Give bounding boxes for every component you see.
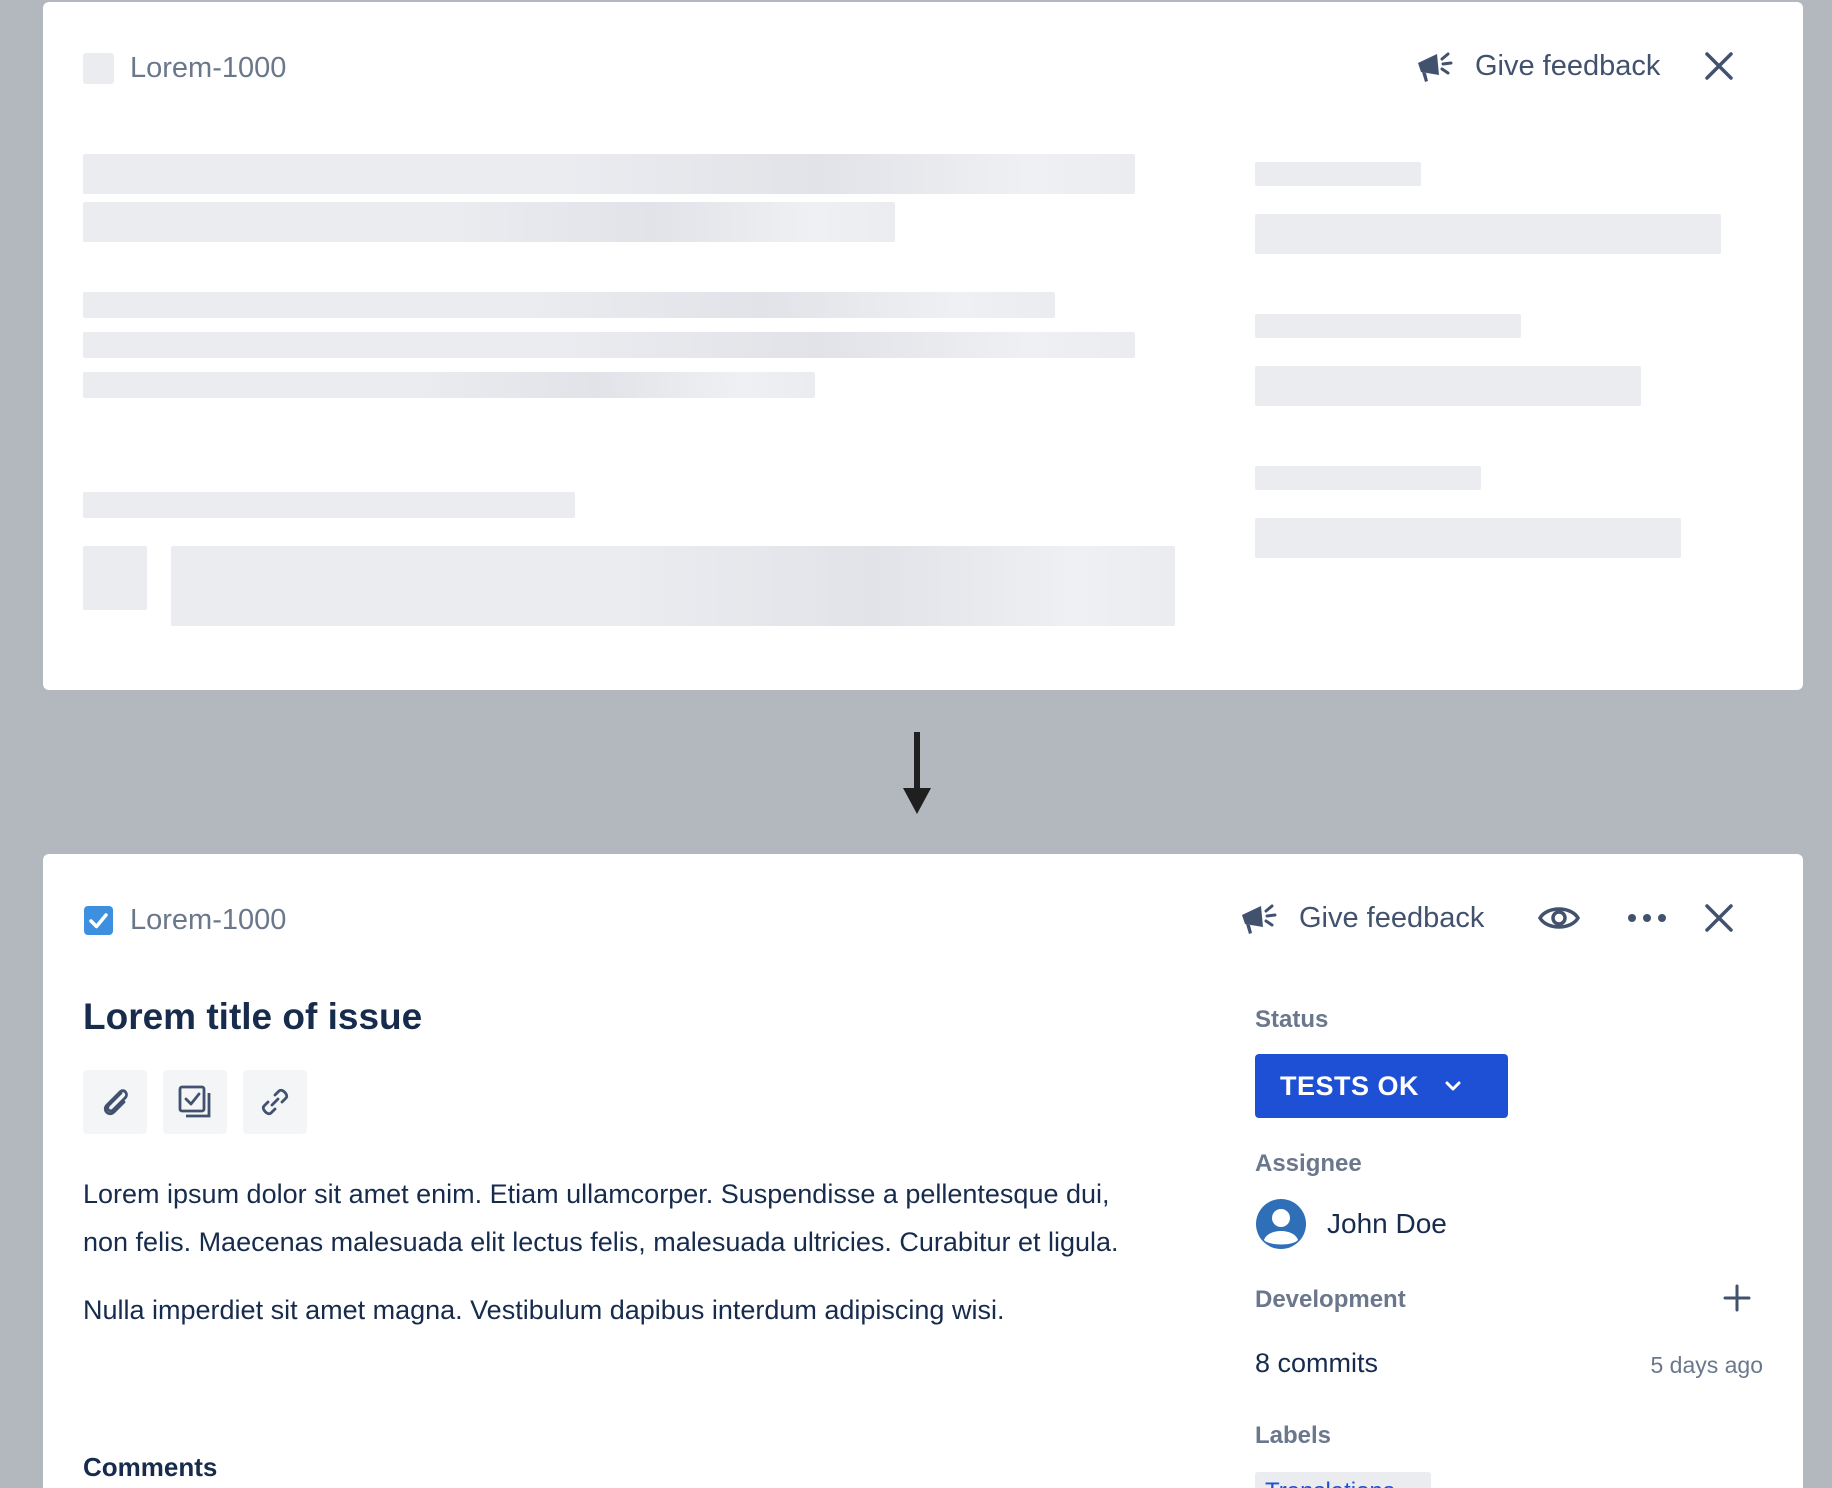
- label-chip[interactable]: Translations: [1255, 1472, 1431, 1488]
- skeleton-sidebar-value-2: [1255, 366, 1641, 406]
- status-label: Status: [1255, 1006, 1329, 1033]
- loading-issue-panel: Lorem-1000 Give feedback: [43, 2, 1803, 690]
- give-feedback-button[interactable]: Give feedback: [1237, 897, 1484, 939]
- skeleton-title-line-2: [83, 202, 895, 242]
- description-paragraph: Nulla imperdiet sit amet magna. Vestibul…: [83, 1295, 1005, 1325]
- issue-key-row: Lorem-1000: [83, 898, 286, 942]
- assignee-label: Assignee: [1255, 1150, 1362, 1177]
- close-icon: [1705, 52, 1734, 80]
- give-feedback-label: Give feedback: [1299, 901, 1485, 934]
- issue-title[interactable]: Lorem title of issue: [83, 996, 422, 1038]
- attach-icon: [103, 1089, 128, 1116]
- give-feedback-button[interactable]: Give feedback: [1413, 45, 1660, 87]
- skeleton-sidebar-label-2: [1255, 314, 1521, 338]
- skeleton-avatar: [83, 546, 147, 610]
- skeleton-sidebar-label-1: [1255, 162, 1421, 186]
- close-button[interactable]: [1696, 895, 1742, 941]
- labels-label: Labels: [1255, 1422, 1332, 1449]
- skeleton-sidebar-value-1: [1255, 214, 1721, 254]
- skeleton-sidebar-value-3: [1255, 518, 1681, 558]
- skeleton-title-line-1: [83, 154, 1135, 194]
- assignee-name: John Doe: [1327, 1208, 1447, 1239]
- link-icon: [261, 1088, 289, 1116]
- task-checkbox-icon: [84, 905, 113, 935]
- link-issue-button[interactable]: [243, 1070, 307, 1134]
- issue-key-link[interactable]: Lorem-1000: [130, 52, 286, 85]
- skeleton-description-line-2: [83, 332, 1135, 358]
- issue-key-link[interactable]: Lorem-1000: [130, 904, 286, 937]
- close-button[interactable]: [1696, 43, 1742, 89]
- add-development-icon[interactable]: [1719, 1280, 1755, 1316]
- megaphone-icon: [1242, 904, 1277, 934]
- quick-actions-toolbar: [83, 1070, 307, 1134]
- skeleton-sidebar-label-3: [1255, 466, 1481, 490]
- commits-timestamp: 5 days ago: [1650, 1352, 1763, 1378]
- skeleton-description-line-1: [83, 292, 1055, 318]
- down-arrow-icon: [903, 732, 931, 814]
- status-value: TESTS OK: [1280, 1070, 1420, 1101]
- comments-heading: Comments: [83, 1452, 218, 1482]
- avatar: [1256, 1199, 1306, 1249]
- status-dropdown-button[interactable]: TESTS OK: [1255, 1054, 1508, 1118]
- give-feedback-label: Give feedback: [1475, 49, 1661, 82]
- skeleton-comment-box: [171, 546, 1175, 626]
- child-issue-icon: [178, 1085, 211, 1118]
- assignee-field[interactable]: John Doe: [1255, 1198, 1447, 1250]
- issue-type-icon-placeholder: [83, 52, 114, 84]
- more-icon: [1628, 914, 1667, 922]
- megaphone-icon: [1418, 52, 1453, 82]
- attach-button[interactable]: [83, 1070, 147, 1134]
- commits-link[interactable]: 8 commits: [1255, 1348, 1378, 1379]
- skeleton-comments-heading: [83, 492, 575, 518]
- description-paragraph: Lorem ipsum dolor sit amet enim. Etiam u…: [83, 1179, 1119, 1257]
- eye-icon: [1538, 907, 1581, 929]
- close-icon: [1705, 904, 1734, 932]
- issue-key-row: Lorem-1000: [83, 46, 286, 90]
- header-actions: Give feedback: [1237, 888, 1742, 948]
- issue-description[interactable]: Lorem ipsum dolor sit amet enim. Etiam u…: [83, 1170, 1123, 1334]
- issue-detail-panel: Lorem-1000 Give feedback Lorem title of …: [43, 854, 1803, 1488]
- header-actions: Give feedback: [1413, 36, 1742, 96]
- watch-button[interactable]: [1536, 895, 1582, 941]
- create-subtask-button[interactable]: [163, 1070, 227, 1134]
- development-label: Development: [1255, 1286, 1406, 1313]
- more-actions-button[interactable]: [1624, 895, 1670, 941]
- chevron-down-icon: [1445, 1081, 1461, 1091]
- skeleton-description-line-3: [83, 372, 815, 398]
